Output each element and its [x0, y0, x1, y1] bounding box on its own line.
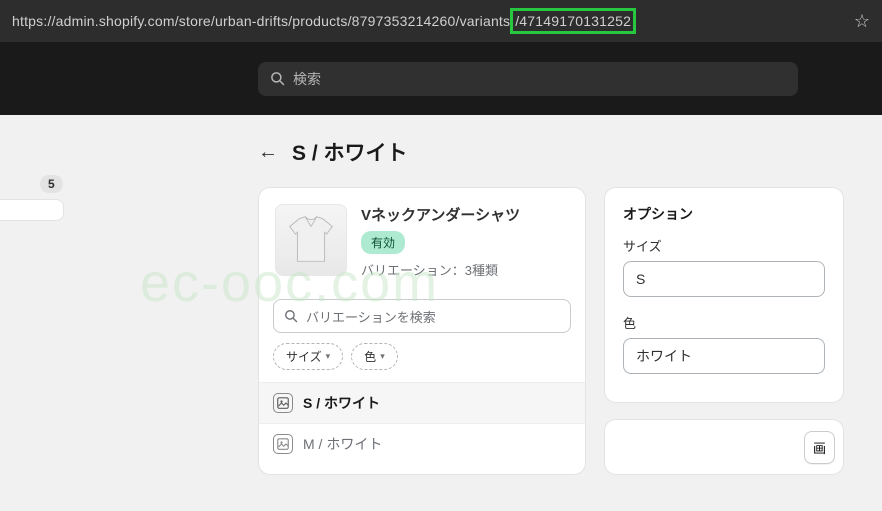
bookmark-star-icon[interactable]: ☆ [854, 11, 870, 32]
image-placeholder-icon [273, 434, 293, 454]
page-header: ← S / ホワイト [258, 137, 882, 167]
url-prefix: https://admin.shopify.com/store/urban-dr… [12, 13, 510, 29]
size-input[interactable] [623, 261, 825, 297]
product-name[interactable]: Vネックアンダーシャツ [361, 204, 520, 225]
status-badge: 有効 [361, 231, 405, 254]
variation-count: バリエーション：3種類 [361, 260, 520, 279]
filter-chip-size[interactable]: サイズ ▾ [273, 343, 343, 370]
global-search[interactable]: 検索 [258, 62, 798, 96]
options-card: オプション サイズ 色 [604, 187, 844, 403]
size-label: サイズ [623, 236, 825, 255]
product-info: Vネックアンダーシャツ 有効 バリエーション：3種類 [361, 204, 520, 279]
page-title: S / ホワイト [292, 137, 408, 167]
image-placeholder-icon [273, 393, 293, 413]
search-placeholder: 検索 [293, 69, 321, 89]
filter-chip-color[interactable]: 色 ▾ [351, 343, 398, 370]
color-input[interactable] [623, 338, 825, 374]
chip-label: サイズ [286, 348, 322, 365]
url-text: https://admin.shopify.com/store/urban-dr… [12, 13, 636, 29]
color-label: 色 [623, 313, 825, 332]
app-topbar: 検索 [0, 42, 882, 115]
variants-card: Vネックアンダーシャツ 有効 バリエーション：3種類 バリエーションを検索 サイ… [258, 187, 586, 475]
chevron-down-icon: ▾ [326, 351, 331, 362]
variant-search-placeholder: バリエーションを検索 [306, 307, 436, 326]
search-icon [270, 71, 285, 86]
options-title: オプション [623, 204, 825, 224]
sidebar-active-item[interactable] [0, 199, 64, 221]
variant-row[interactable]: M / ホワイト [259, 423, 585, 464]
media-button[interactable]: 画 [804, 431, 835, 464]
product-header: Vネックアンダーシャツ 有効 バリエーション：3種類 [259, 188, 585, 295]
left-sidebar: 5 [0, 115, 70, 221]
sidebar-count-badge: 5 [40, 175, 63, 193]
back-arrow-icon[interactable]: ← [258, 141, 278, 164]
chip-label: 色 [364, 348, 376, 365]
tshirt-icon [280, 209, 342, 271]
cards-row: Vネックアンダーシャツ 有効 バリエーション：3種類 バリエーションを検索 サイ… [258, 187, 882, 475]
filter-chips: サイズ ▾ 色 ▾ [259, 343, 585, 382]
browser-url-bar: https://admin.shopify.com/store/urban-dr… [0, 0, 882, 42]
variant-label: M / ホワイト [303, 434, 382, 454]
right-column: オプション サイズ 色 画 [604, 187, 844, 475]
main-content: ← S / ホワイト Vネックアンダーシャツ 有効 バリエーション：3種類 [258, 115, 882, 475]
search-icon [284, 309, 298, 323]
product-thumbnail[interactable] [275, 204, 347, 276]
variant-label: S / ホワイト [303, 393, 380, 413]
chevron-down-icon: ▾ [380, 351, 385, 362]
variant-row-active[interactable]: S / ホワイト [259, 382, 585, 423]
url-highlighted-id: /47149170131252 [510, 8, 636, 34]
media-card: 画 [604, 419, 844, 475]
variant-search-input[interactable]: バリエーションを検索 [273, 299, 571, 333]
